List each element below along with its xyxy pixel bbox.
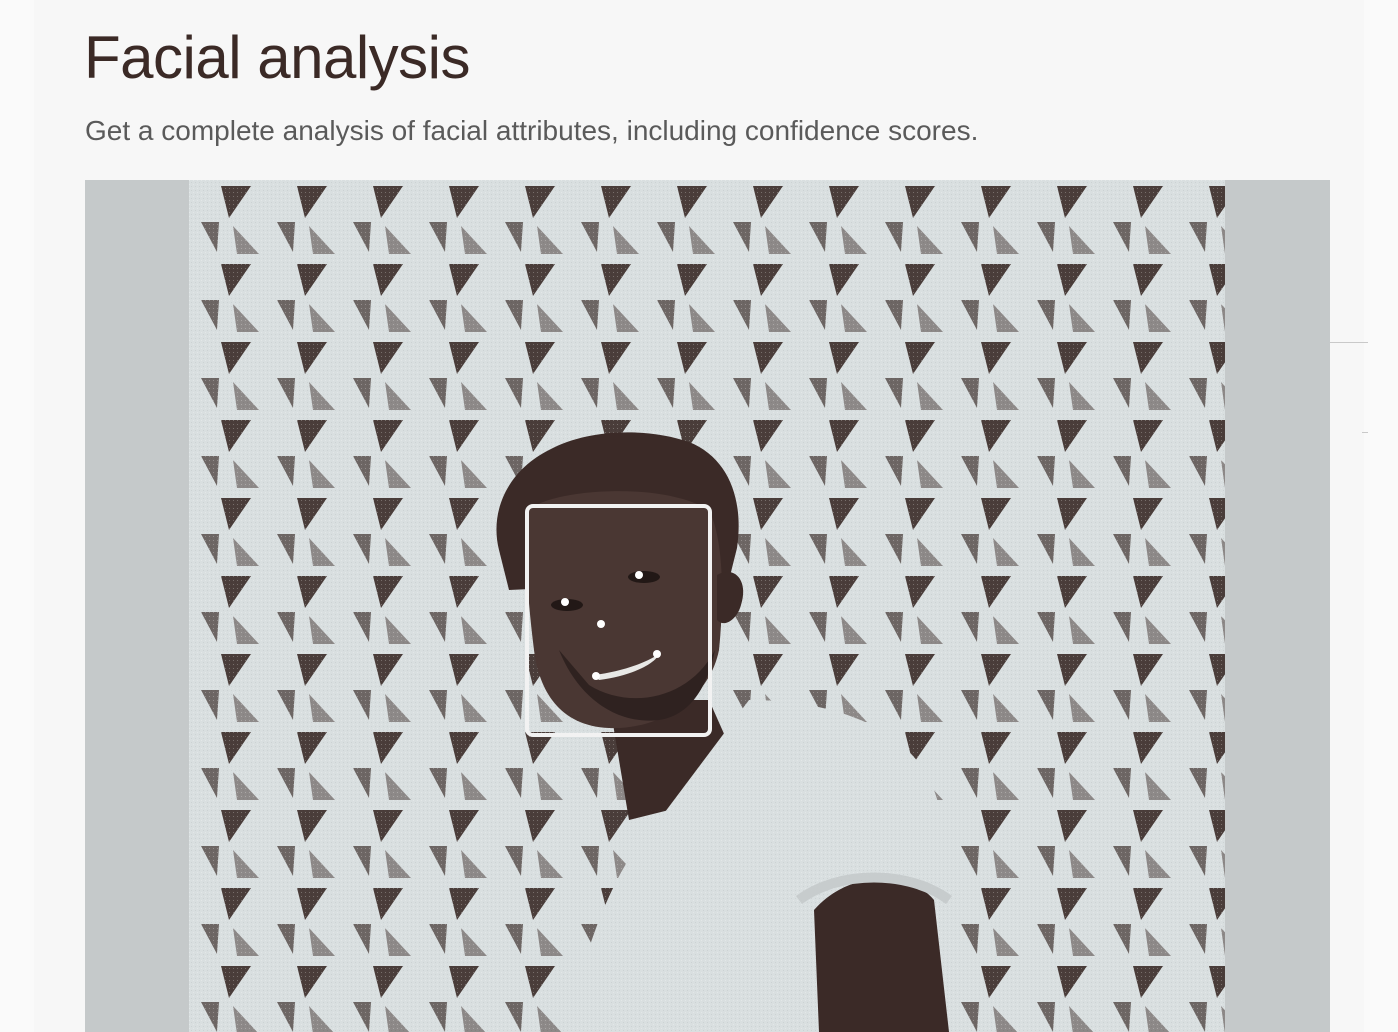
page-title: Facial analysis xyxy=(84,24,471,91)
divider xyxy=(1330,342,1368,343)
page-subtitle: Get a complete analysis of facial attrib… xyxy=(85,115,979,146)
landmark-right-eye xyxy=(635,571,643,579)
portrait-photo xyxy=(189,180,1225,1032)
landmark-nose xyxy=(597,620,605,628)
page: Facial analysis Get a complete analysis … xyxy=(0,0,1398,1032)
landmark-mouth-left xyxy=(592,672,600,680)
demo-image-frame xyxy=(85,180,1330,1032)
divider xyxy=(1362,432,1368,433)
landmark-left-eye xyxy=(561,598,569,606)
landmark-mouth-right xyxy=(653,650,661,658)
